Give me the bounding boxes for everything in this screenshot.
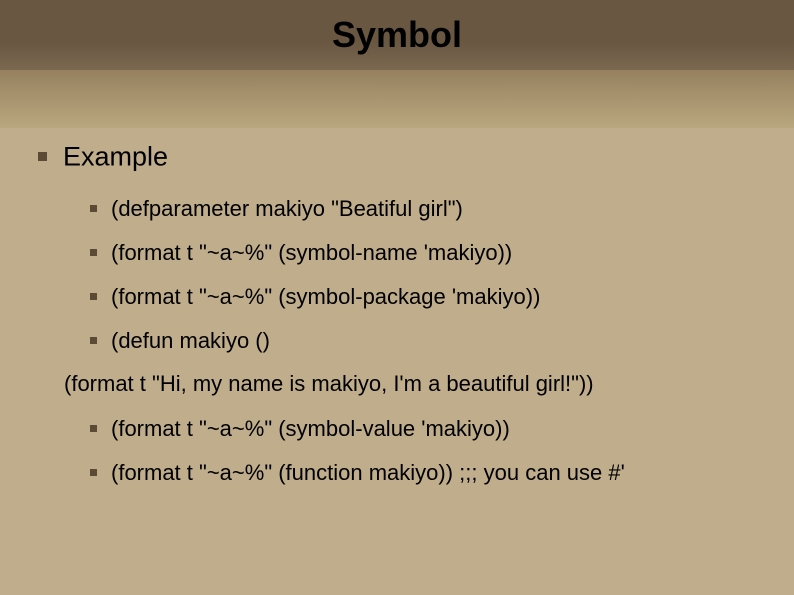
section-heading: Example <box>38 140 756 172</box>
item-text: (format t "~a~%" (function makiyo)) ;;; … <box>111 459 625 487</box>
bullet-icon <box>90 249 97 256</box>
bullet-icon <box>90 337 97 344</box>
title-band: Symbol <box>0 0 794 70</box>
bullet-icon <box>90 425 97 432</box>
slide-content: Example (defparameter makiyo "Beatiful g… <box>38 140 756 503</box>
list-item: (format t "~a~%" (function makiyo)) ;;; … <box>90 459 756 487</box>
item-text: (format t "~a~%" (symbol-package 'makiyo… <box>111 283 540 311</box>
bullet-icon <box>90 469 97 476</box>
item-text: (format t "~a~%" (symbol-name 'makiyo)) <box>111 239 512 267</box>
list-item: (defun makiyo () <box>90 326 756 354</box>
bullet-icon <box>90 293 97 300</box>
list-item: (format t "~a~%" (symbol-value 'makiyo)) <box>90 415 756 443</box>
bullet-icon <box>90 205 97 212</box>
slide-title: Symbol <box>332 14 462 56</box>
slide: Symbol Example (defparameter makiyo "Bea… <box>0 0 794 595</box>
continuation-line: (format t "Hi, my name is makiyo, I'm a … <box>64 370 756 399</box>
item-text: (defparameter makiyo "Beatiful girl") <box>111 195 463 223</box>
bullet-icon <box>38 152 47 161</box>
list-item: (format t "~a~%" (symbol-name 'makiyo)) <box>90 238 756 266</box>
heading-text: Example <box>63 141 168 171</box>
item-text: (defun makiyo () <box>111 327 270 355</box>
list-item: (format t "~a~%" (symbol-package 'makiyo… <box>90 282 756 310</box>
item-text: (format t "~a~%" (symbol-value 'makiyo)) <box>111 415 510 443</box>
list-item: (defparameter makiyo "Beatiful girl") <box>90 194 756 222</box>
sub-band <box>0 70 794 128</box>
